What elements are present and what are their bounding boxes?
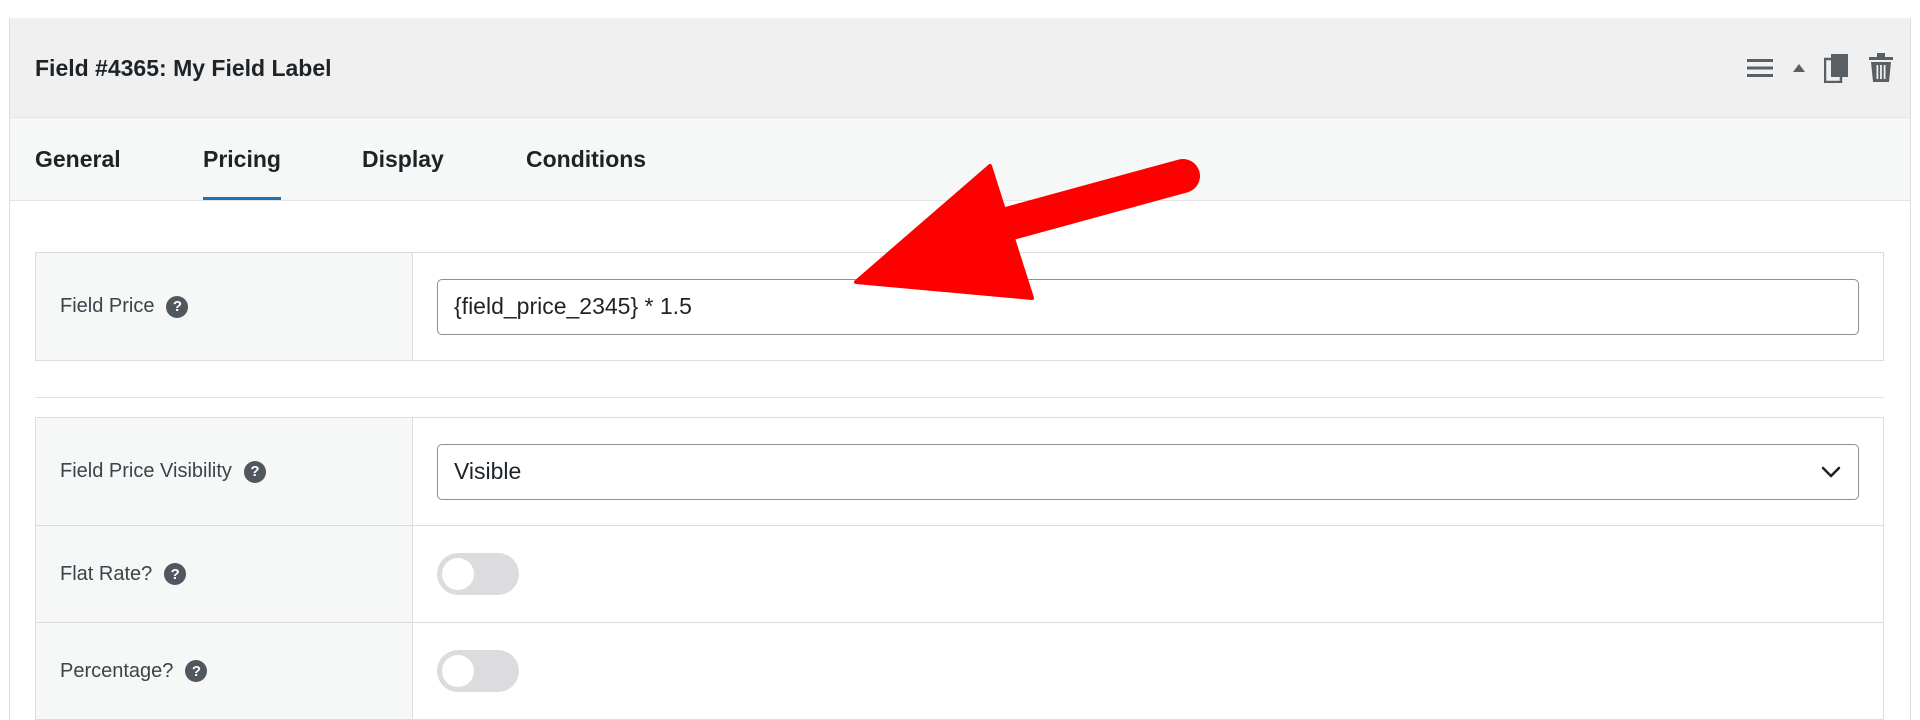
tab-bar: General Pricing Display Conditions: [10, 118, 1910, 201]
help-icon[interactable]: ?: [166, 295, 189, 318]
field-price-label: Field Price: [60, 295, 155, 317]
flat-rate-label: Flat Rate?: [60, 562, 153, 585]
help-icon[interactable]: ?: [185, 660, 208, 682]
tab-general[interactable]: General: [35, 118, 121, 200]
duplicate-icon[interactable]: [1824, 53, 1850, 83]
field-panel: Field #4365: My Field Label General Pric…: [9, 18, 1911, 720]
field-price-table: Field Price ?: [35, 252, 1884, 361]
price-options-table: Field Price Visibility ? Visible Flat Ra…: [35, 417, 1884, 720]
tab-conditions[interactable]: Conditions: [526, 118, 646, 200]
percentage-label: Percentage?: [60, 659, 174, 682]
percentage-row: Percentage? ?: [36, 623, 1883, 719]
flat-rate-label-cell: Flat Rate? ?: [36, 526, 413, 622]
flat-rate-row: Flat Rate? ?: [36, 526, 1883, 623]
field-title: Field #4365: My Field Label: [35, 55, 332, 81]
flat-rate-toggle[interactable]: [437, 553, 519, 595]
section-divider: [35, 397, 1884, 398]
visibility-value-cell: Visible: [413, 418, 1883, 525]
toggle-knob: [442, 558, 474, 590]
visibility-row: Field Price Visibility ? Visible: [36, 418, 1883, 526]
field-price-value-cell: [413, 253, 1883, 360]
percentage-label-cell: Percentage? ?: [36, 623, 413, 719]
trash-icon[interactable]: [1868, 53, 1894, 83]
visibility-selected-value: Visible: [454, 458, 522, 484]
field-price-row: Field Price ?: [36, 253, 1883, 360]
field-price-input[interactable]: [437, 278, 1859, 335]
chevron-down-icon: [1820, 458, 1842, 485]
flat-rate-value-cell: [413, 526, 1883, 622]
help-icon[interactable]: ?: [164, 563, 187, 585]
collapse-arrow-icon[interactable]: [1792, 62, 1806, 74]
percentage-toggle[interactable]: [437, 650, 519, 692]
visibility-label-cell: Field Price Visibility ?: [36, 418, 413, 525]
header-actions: [1746, 53, 1894, 83]
menu-icon[interactable]: [1746, 57, 1774, 79]
visibility-select[interactable]: Visible: [437, 443, 1859, 500]
help-icon[interactable]: ?: [243, 460, 266, 483]
field-price-label-cell: Field Price ?: [36, 253, 413, 360]
tab-pricing[interactable]: Pricing: [203, 118, 281, 200]
field-header: Field #4365: My Field Label: [10, 18, 1910, 118]
visibility-label: Field Price Visibility: [60, 460, 232, 482]
tab-display[interactable]: Display: [362, 118, 444, 200]
percentage-value-cell: [413, 623, 1883, 719]
toggle-knob: [442, 655, 474, 687]
